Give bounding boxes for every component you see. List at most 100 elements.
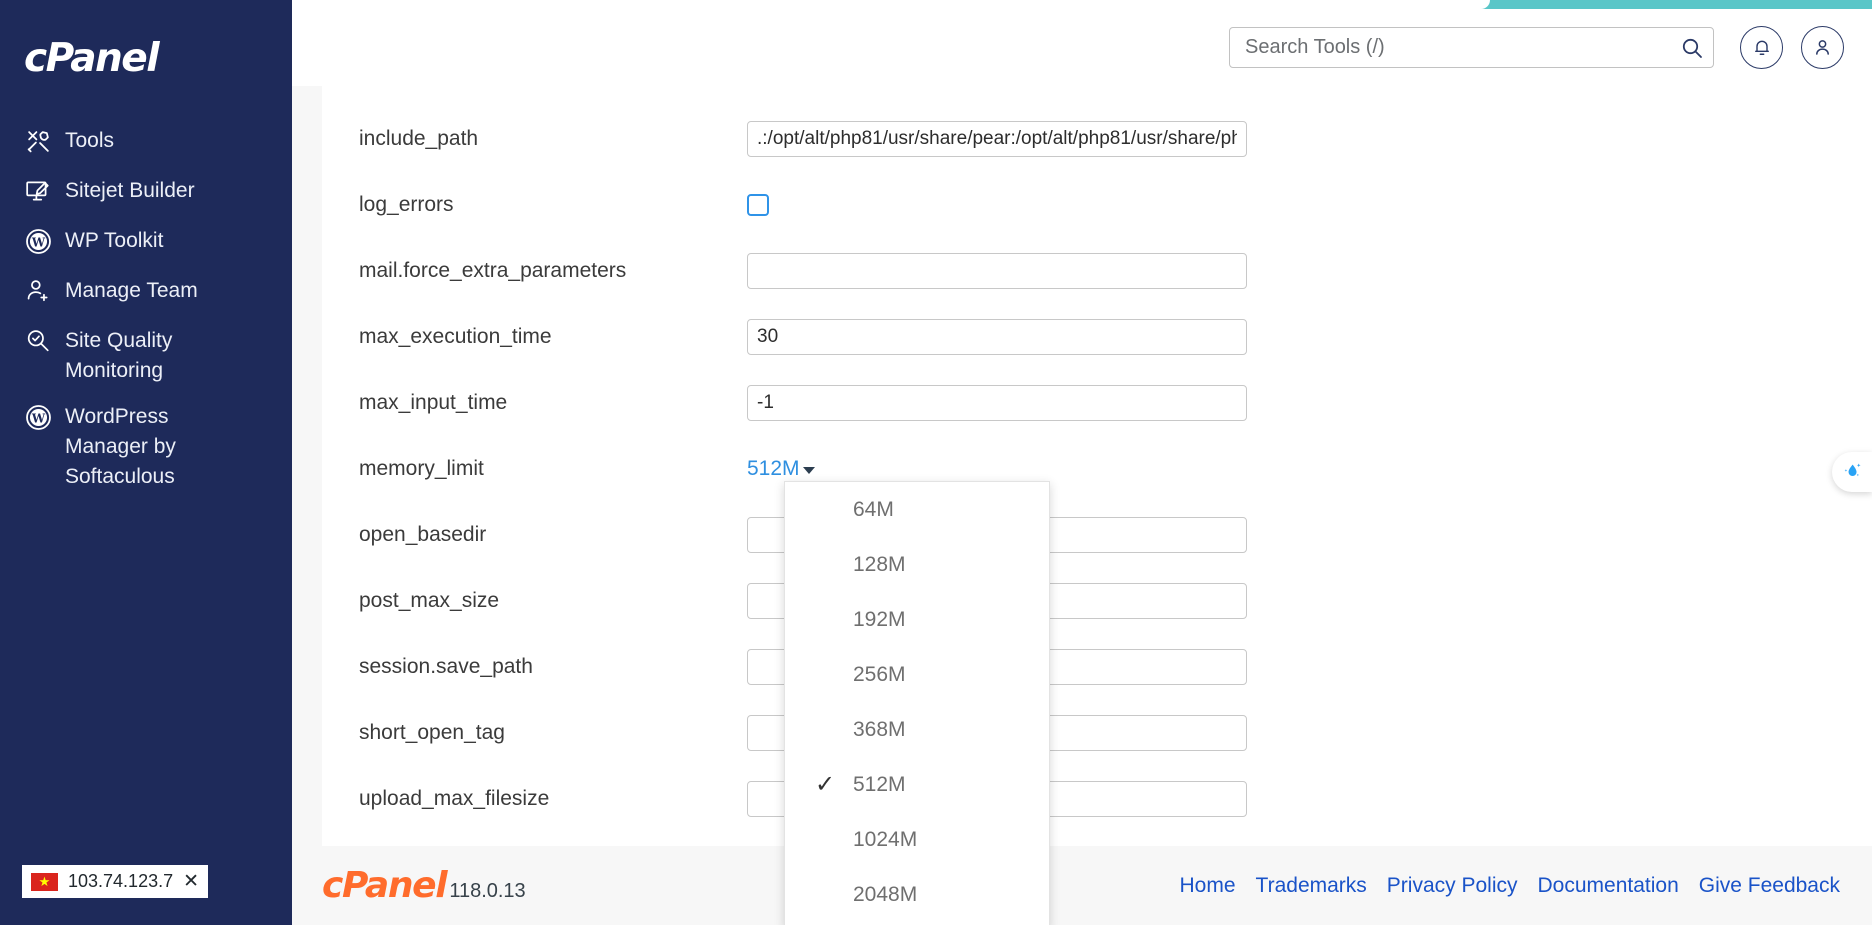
field-control: [747, 319, 1872, 355]
sidebar-item-site-quality-monitoring[interactable]: Site Quality Monitoring: [0, 318, 292, 394]
form-row-post-max-size: post_max_size: [322, 568, 1872, 634]
field-label: log_errors: [359, 193, 454, 216]
form-row-open-basedir: open_basedir: [322, 502, 1872, 568]
field-label: short_open_tag: [359, 721, 505, 744]
water-drop-sparkle-icon: [1844, 463, 1861, 477]
sidebar-item-label: Tools: [65, 129, 115, 152]
dropdown-option-label: 1024M: [853, 827, 918, 851]
dropdown-option-512m[interactable]: ✓ 512M: [785, 757, 1049, 812]
max-execution-time-input[interactable]: [747, 319, 1247, 355]
footer-link-give-feedback[interactable]: Give Feedback: [1699, 874, 1840, 898]
form-row-include-path: include_path: [322, 106, 1872, 172]
sidebar-item-label: WP Toolkit: [65, 229, 164, 252]
footer-link-trademarks[interactable]: Trademarks: [1256, 874, 1367, 898]
ip-address-text: 103.74.123.7: [68, 871, 174, 891]
sidebar-item-label: Sitejet Builder: [65, 179, 195, 202]
dropdown-option-label: 2048M: [853, 882, 918, 906]
footer: cPanel 118.0.13 Home Trademarks Privacy …: [292, 846, 1872, 925]
monitor-pen-icon: [22, 176, 54, 206]
svg-text:W: W: [30, 235, 45, 249]
close-icon[interactable]: ✕: [183, 872, 199, 891]
cpanel-logo[interactable]: cPanel: [24, 36, 160, 81]
memory-limit-dropdown-trigger[interactable]: 512M: [747, 457, 815, 481]
sidebar-item-wp-toolkit[interactable]: W WP Toolkit: [0, 218, 292, 268]
water-drop-sparkle-widget[interactable]: [1832, 452, 1872, 492]
field-control: [747, 194, 1872, 216]
include-path-input[interactable]: [747, 121, 1247, 157]
search-icon[interactable]: [1680, 36, 1704, 60]
memory-limit-dropdown-menu: 64M 128M 192M 256M 368M ✓ 512M 1024M 204…: [784, 481, 1050, 925]
php-settings-form: include_path log_errors mail.force_extra…: [322, 86, 1872, 832]
max-input-time-input[interactable]: [747, 385, 1247, 421]
field-label: upload_max_filesize: [359, 787, 550, 810]
magnifier-check-icon: [22, 326, 54, 356]
dropdown-option-label: 192M: [853, 607, 906, 631]
memory-limit-value: 512M: [747, 457, 800, 480]
dropdown-option-128m[interactable]: 128M: [785, 537, 1049, 592]
checkmark-icon: ✓: [815, 770, 836, 798]
form-row-max-execution-time: max_execution_time: [322, 304, 1872, 370]
mail-force-extra-parameters-input[interactable]: [747, 253, 1247, 289]
footer-link-documentation[interactable]: Documentation: [1538, 874, 1679, 898]
sidebar-item-sitejet-builder[interactable]: Sitejet Builder: [0, 168, 292, 218]
field-label: include_path: [359, 127, 479, 150]
search-container: [1229, 27, 1714, 68]
ip-badge: ★ 103.74.123.7 ✕: [22, 865, 209, 898]
form-row-mail-force-extra-parameters: mail.force_extra_parameters: [322, 238, 1872, 304]
footer-link-privacy-policy[interactable]: Privacy Policy: [1387, 874, 1518, 898]
field-control: [747, 385, 1872, 421]
field-control: [747, 121, 1872, 157]
cpanel-footer-logo: cPanel: [322, 865, 448, 906]
dropdown-option-label: 512M: [853, 772, 906, 796]
account-button[interactable]: [1801, 26, 1844, 69]
field-label: open_basedir: [359, 523, 487, 546]
flag-star: ★: [38, 874, 51, 889]
form-row-upload-max-filesize: upload_max_filesize: [322, 766, 1872, 832]
sidebar-item-tools[interactable]: Tools: [0, 118, 292, 168]
field-label: session.save_path: [359, 655, 533, 678]
user-plus-icon: [22, 276, 54, 306]
dropdown-option-label: 128M: [853, 552, 906, 576]
search-input[interactable]: [1229, 27, 1714, 68]
sidebar-item-label: Manage Team: [65, 279, 198, 302]
notifications-button[interactable]: [1740, 26, 1783, 69]
footer-link-home[interactable]: Home: [1180, 874, 1236, 898]
footer-links: Home Trademarks Privacy Policy Documenta…: [1180, 874, 1840, 898]
tools-icon: [22, 126, 54, 156]
header: [292, 9, 1872, 86]
svg-text:W: W: [30, 411, 45, 425]
dropdown-option-64m[interactable]: 64M: [785, 482, 1049, 537]
form-row-memory-limit: memory_limit 512M: [322, 436, 1872, 502]
sidebar-nav: Tools Sitejet Builder W WP Toolkit Manag…: [0, 118, 292, 500]
dropdown-option-368m[interactable]: 368M: [785, 702, 1049, 757]
form-row-max-input-time: max_input_time: [322, 370, 1872, 436]
dropdown-option-2048m[interactable]: 2048M: [785, 867, 1049, 922]
field-label: memory_limit: [359, 457, 484, 480]
sidebar: cPanel Tools Sitejet Builder W WP Toolki…: [0, 0, 292, 925]
dropdown-option-label: 64M: [853, 497, 894, 521]
dropdown-option-label: 368M: [853, 717, 906, 741]
sidebar-item-wordpress-manager-by-softaculous[interactable]: W WordPress Manager by Softaculous: [0, 394, 292, 500]
dropdown-option-1024m[interactable]: 1024M: [785, 812, 1049, 867]
form-row-log-errors: log_errors: [322, 172, 1872, 238]
form-row-session-save-path: session.save_path: [322, 634, 1872, 700]
version-text: 118.0.13: [449, 880, 526, 902]
wordpress-icon: W: [22, 226, 54, 256]
field-control: 512M: [747, 457, 1872, 481]
field-label: post_max_size: [359, 589, 500, 612]
log-errors-checkbox[interactable]: [747, 194, 769, 216]
sidebar-item-manage-team[interactable]: Manage Team: [0, 268, 292, 318]
vietnam-flag-icon: ★: [31, 872, 58, 891]
field-control: [747, 253, 1872, 289]
field-label: mail.force_extra_parameters: [359, 259, 627, 282]
dropdown-option-256m[interactable]: 256M: [785, 647, 1049, 702]
wordpress-icon: W: [22, 402, 54, 432]
dropdown-option-label: 256M: [853, 662, 906, 686]
sidebar-item-label: Site Quality Monitoring: [65, 329, 173, 382]
dropdown-option-192m[interactable]: 192M: [785, 592, 1049, 647]
form-row-short-open-tag: short_open_tag: [322, 700, 1872, 766]
sidebar-item-label: WordPress Manager by Softaculous: [65, 405, 176, 488]
top-bar-notch: [130, 0, 1490, 9]
php-settings-panel: include_path log_errors mail.force_extra…: [322, 86, 1872, 846]
footer-brand: cPanel 118.0.13: [322, 865, 526, 906]
